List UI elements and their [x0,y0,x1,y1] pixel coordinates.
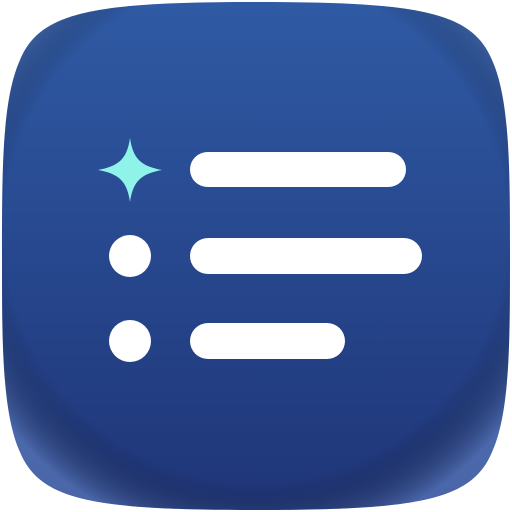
list-line-1 [190,152,406,187]
bullet-dot-2 [109,320,151,362]
list-line-2 [190,238,422,274]
icon-canvas [0,0,512,512]
list-line-3 [190,323,345,359]
list-app-icon[interactable] [0,0,512,512]
bullet-dot-1 [109,235,151,277]
list-app-icon-graphic [2,2,510,510]
